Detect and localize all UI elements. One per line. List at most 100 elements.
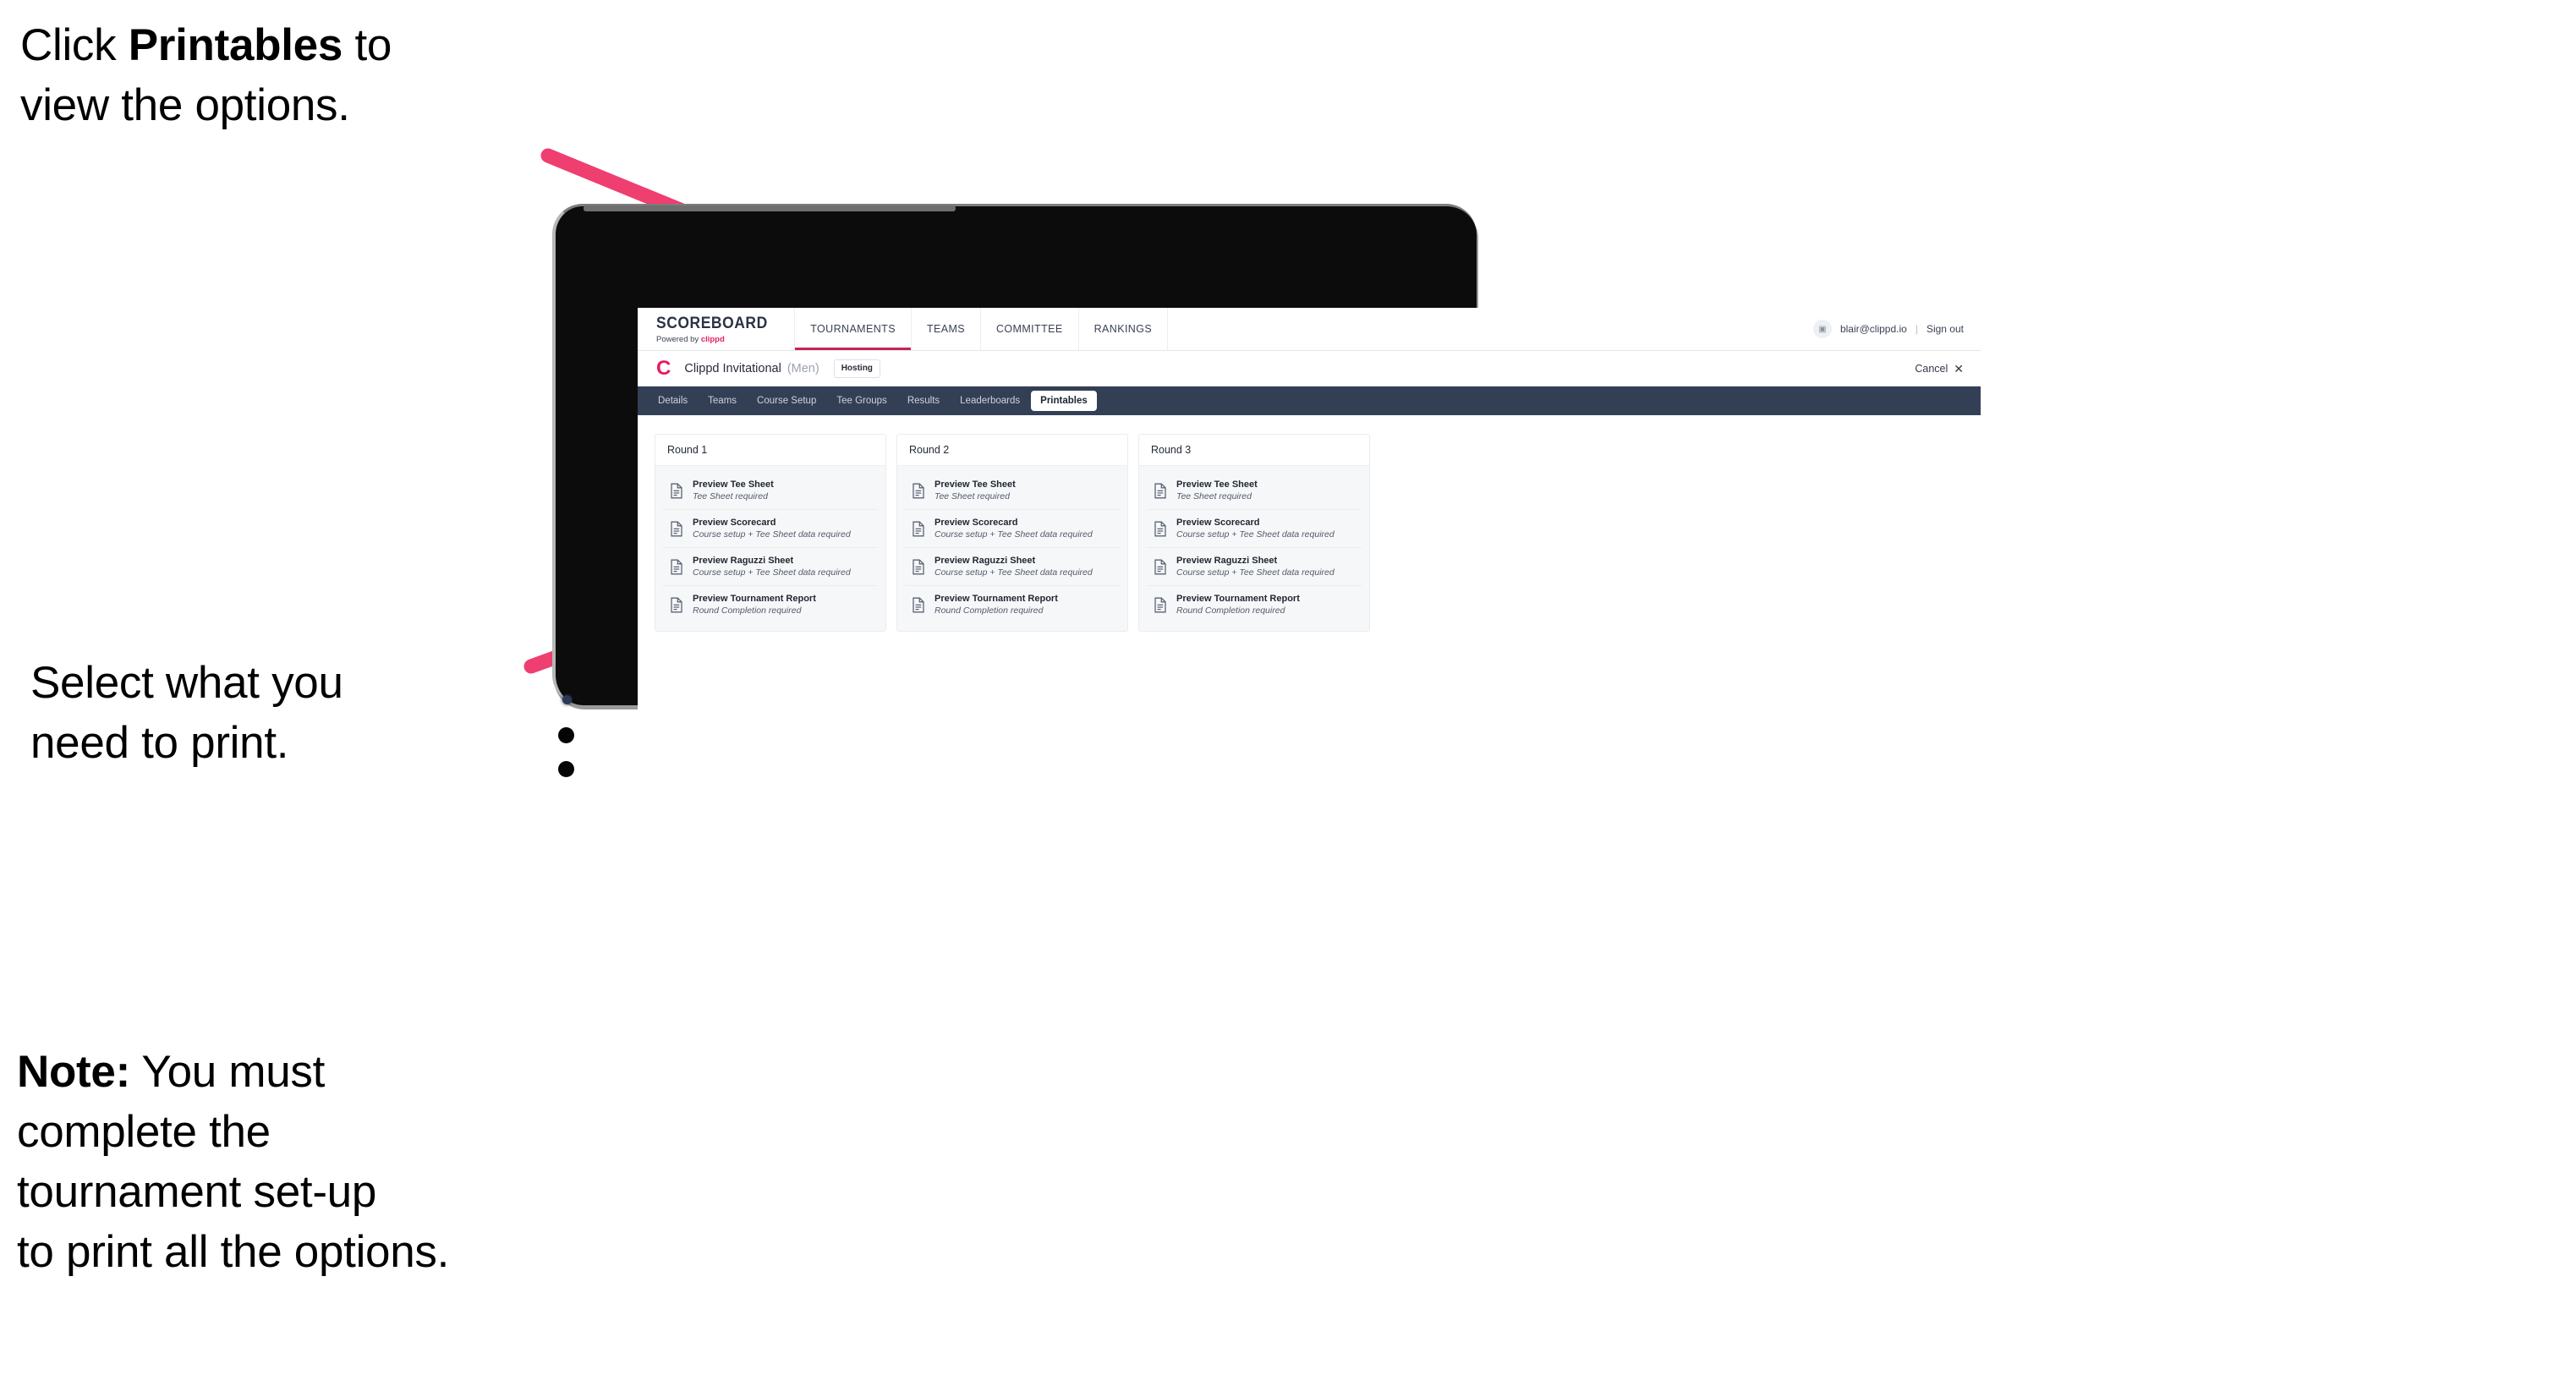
printable-item-text: Preview Raguzzi Sheet Course setup + Tee… [693,556,851,578]
printable-title: Preview Scorecard [934,518,1018,528]
account-separator: | [1915,323,1918,335]
round-items: Preview Tee Sheet Tee Sheet required Pre… [1139,466,1369,631]
round-column: Round 3 Preview Tee Sheet Tee Sheet requ… [1138,434,1370,632]
annotation-click-printables: Click Printables to view the options. [20,15,663,135]
tournament-name: Clippd Invitational [684,361,781,375]
printable-title: Preview Scorecard [1176,518,1260,528]
printable-title: Preview Tournament Report [934,594,1058,604]
printable-subtitle: Round Completion required [693,605,802,616]
brand-logo[interactable]: SCOREBOARD Powered by clippd [638,308,794,350]
printable-title: Preview Raguzzi Sheet [1176,556,1278,566]
printable-item-text: Preview Tee Sheet Tee Sheet required [934,479,1016,501]
printable-item-scorecard[interactable]: Preview Scorecard Course setup + Tee She… [905,510,1120,548]
annotation-note: Note: You must complete the tournament s… [17,1042,727,1282]
app-screen: SCOREBOARD Powered by clippd TOURNAMENTS… [638,308,1981,1081]
clippd-c-logo-icon: C [656,356,671,380]
printable-subtitle: Course setup + Tee Sheet data required [693,567,851,578]
document-icon [671,521,682,536]
printable-item-text: Preview Raguzzi Sheet Course setup + Tee… [934,556,1093,578]
printable-item-tee-sheet[interactable]: Preview Tee Sheet Tee Sheet required [663,472,878,510]
tablet-camera-icon [562,695,572,704]
account-email: blair@clippd.io [1839,323,1907,335]
account-area: ▣ blair@clippd.io | Sign out [1796,308,1981,350]
main-nav-item-rankings[interactable]: RANKINGS [1077,308,1168,350]
printable-subtitle: Tee Sheet required [693,491,768,501]
printable-subtitle: Course setup + Tee Sheet data required [1176,567,1335,578]
tab-course-setup[interactable]: Course Setup [748,391,825,411]
main-nav-item-tournaments[interactable]: TOURNAMENTS [794,308,911,350]
printable-item-text: Preview Tournament Report Round Completi… [934,594,1058,616]
top-bar-spacer [1167,308,1796,350]
printable-subtitle: Course setup + Tee Sheet data required [934,567,1093,578]
round-items: Preview Tee Sheet Tee Sheet required Pre… [897,466,1127,631]
tab-leaderboards[interactable]: Leaderboards [951,391,1029,411]
printable-subtitle: Tee Sheet required [934,491,1010,501]
tournament-gender: (Men) [787,361,819,375]
printable-subtitle: Course setup + Tee Sheet data required [1176,529,1335,540]
annotation-select-to-print: Select what you need to print. [30,658,343,769]
document-icon [671,559,682,574]
printable-item-text: Preview Tournament Report Round Completi… [1176,594,1300,616]
printable-subtitle: Tee Sheet required [1176,491,1252,501]
annotation-top-prefix: Click [20,20,129,70]
printable-item-raguzzi-sheet[interactable]: Preview Raguzzi Sheet Course setup + Tee… [1147,548,1362,586]
printable-item-scorecard[interactable]: Preview Scorecard Course setup + Tee She… [1147,510,1362,548]
main-nav: TOURNAMENTS TEAMS COMMITTEE RANKINGS [794,308,1167,350]
brand-clippd-word: clippd [700,334,725,344]
printable-item-text: Preview Tournament Report Round Completi… [693,594,816,616]
printable-item-scorecard[interactable]: Preview Scorecard Course setup + Tee She… [663,510,878,548]
printable-item-tee-sheet[interactable]: Preview Tee Sheet Tee Sheet required [905,472,1120,510]
status-badge: Hosting [833,359,880,378]
round-column: Round 2 Preview Tee Sheet Tee Sheet requ… [896,434,1128,632]
close-icon: ✕ [1954,361,1964,375]
printable-title: Preview Scorecard [693,518,776,528]
main-nav-item-committee[interactable]: COMMITTEE [980,308,1078,350]
printable-item-tournament-report[interactable]: Preview Tournament Report Round Completi… [1147,586,1362,623]
tab-printables[interactable]: Printables [1031,391,1097,411]
tab-results[interactable]: Results [898,391,949,411]
brand-powered-by: Powered by [656,334,701,344]
printable-item-text: Preview Scorecard Course setup + Tee She… [934,518,1093,540]
printable-item-tournament-report[interactable]: Preview Tournament Report Round Completi… [663,586,878,623]
document-icon [671,597,682,612]
printable-subtitle: Round Completion required [1176,605,1285,616]
printable-item-text: Preview Tee Sheet Tee Sheet required [693,479,774,501]
document-icon [913,559,924,574]
tab-details[interactable]: Details [649,391,697,411]
printable-title: Preview Tee Sheet [934,479,1016,490]
printable-subtitle: Course setup + Tee Sheet data required [934,529,1093,540]
printable-item-tee-sheet[interactable]: Preview Tee Sheet Tee Sheet required [1147,472,1362,510]
tablet-button-2[interactable] [558,761,574,777]
document-icon [1154,483,1166,498]
printable-item-tournament-report[interactable]: Preview Tournament Report Round Completi… [905,586,1120,623]
printable-subtitle: Round Completion required [934,605,1044,616]
printable-title: Preview Tee Sheet [693,479,774,490]
user-avatar-icon[interactable]: ▣ [1812,320,1832,338]
printable-item-text: Preview Tee Sheet Tee Sheet required [1176,479,1258,501]
printable-item-raguzzi-sheet[interactable]: Preview Raguzzi Sheet Course setup + Tee… [905,548,1120,586]
round-title: Round 1 [655,435,885,466]
main-nav-item-teams[interactable]: TEAMS [910,308,980,350]
document-icon [1154,597,1166,612]
document-icon [913,521,924,536]
tab-tee-groups[interactable]: Tee Groups [827,391,896,411]
cancel-button[interactable]: Cancel ✕ [1915,363,1964,375]
document-icon [1154,559,1166,574]
brand-title: SCOREBOARD [656,314,768,332]
annotation-note-bold: Note: [17,1047,130,1097]
tablet-button-1[interactable] [558,727,574,743]
round-title: Round 2 [897,435,1127,466]
printable-item-text: Preview Scorecard Course setup + Tee She… [693,518,851,540]
sign-out-link[interactable]: Sign out [1927,323,1964,335]
annotation-top-bold: Printables [128,20,343,70]
printables-content: Round 1 Preview Tee Sheet Tee Sheet requ… [638,415,1981,632]
cancel-label: Cancel [1915,362,1948,375]
tournament-sub-nav: Details Teams Course Setup Tee Groups Re… [638,386,1981,415]
printable-title: Preview Raguzzi Sheet [934,556,1036,566]
printable-item-raguzzi-sheet[interactable]: Preview Raguzzi Sheet Course setup + Tee… [663,548,878,586]
tab-teams[interactable]: Teams [699,391,746,411]
round-title: Round 3 [1139,435,1369,466]
printable-subtitle: Course setup + Tee Sheet data required [693,529,851,540]
page-root: Click Printables to view the options. Se… [0,0,2576,1386]
document-icon [913,483,924,498]
